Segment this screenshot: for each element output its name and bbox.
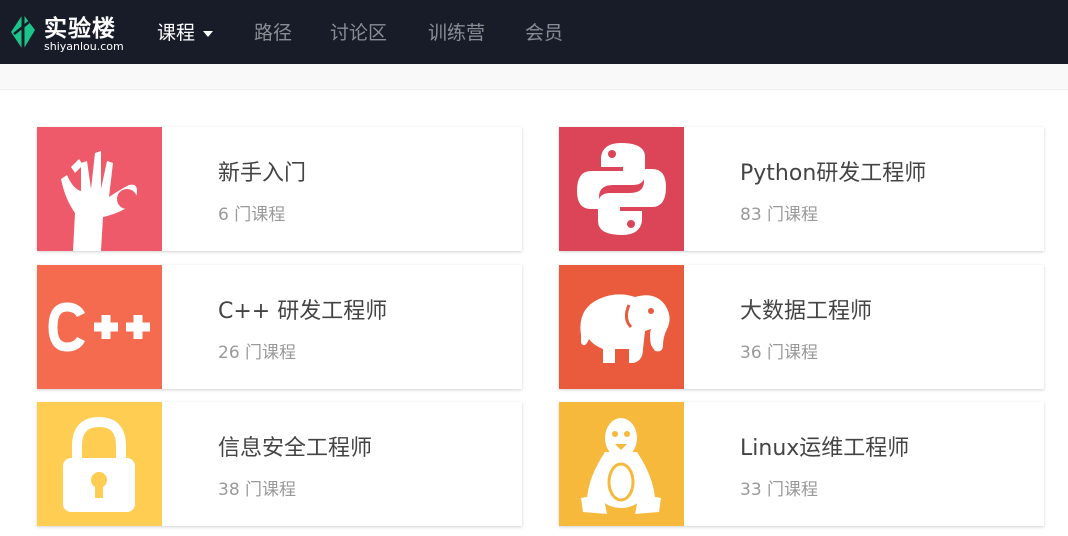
site-logo[interactable]: 实验楼 shiyanlou.com	[8, 8, 124, 54]
logo-leaf-icon	[11, 14, 35, 50]
hadoop-elephant-icon	[580, 294, 670, 363]
card-title: Python研发工程师	[740, 161, 927, 186]
nav-forum-label: 讨论区	[330, 22, 388, 44]
logo-domain: shiyanlou.com	[44, 40, 124, 53]
sub-header-bar	[0, 64, 1068, 90]
card-course-count: 33 门课程	[740, 480, 819, 500]
path-card-bigdata[interactable]: 大数据工程师 36 门课程	[559, 265, 1044, 389]
nav-paths-label: 路径	[254, 22, 293, 44]
top-navbar: 实验楼 shiyanlou.com 课程 路径 讨论区 训练营 会员	[0, 0, 1068, 64]
lock-icon	[63, 416, 135, 512]
linux-penguin-icon	[581, 418, 661, 514]
caret-down-icon	[203, 30, 214, 37]
card-course-count: 36 门课程	[740, 343, 819, 363]
card-icon-tile	[37, 127, 162, 251]
card-course-count: 38 门课程	[218, 480, 297, 500]
nav-vip[interactable]: 会员	[525, 20, 563, 46]
card-icon-tile	[37, 265, 162, 389]
nav-bootcamp[interactable]: 训练营	[428, 20, 485, 46]
card-title: C++ 研发工程师	[218, 299, 388, 324]
path-card-cpp[interactable]: C++ 研发工程师 26 门课程	[37, 265, 522, 389]
card-course-count: 26 门课程	[218, 343, 297, 363]
card-course-count: 6 门课程	[218, 205, 286, 225]
path-card-python[interactable]: Python研发工程师 83 门课程	[559, 127, 1044, 251]
card-title: 大数据工程师	[740, 299, 873, 324]
card-icon-tile	[559, 402, 684, 526]
nav-vip-label: 会员	[525, 22, 564, 44]
path-card-beginner[interactable]: 新手入门 6 门课程	[37, 127, 522, 251]
card-title: 信息安全工程师	[218, 436, 373, 461]
path-card-linux[interactable]: Linux运维工程师 33 门课程	[559, 402, 1044, 526]
path-card-security[interactable]: 信息安全工程师 38 门课程	[37, 402, 522, 526]
nav-paths[interactable]: 路径	[254, 20, 292, 46]
nav-courses[interactable]: 课程	[157, 20, 214, 46]
card-title: Linux运维工程师	[740, 436, 910, 461]
ok-hand-icon	[61, 151, 137, 251]
card-icon-tile	[559, 265, 684, 389]
logo-text: 实验楼	[44, 16, 116, 42]
card-title: 新手入门	[218, 161, 307, 186]
card-icon-tile	[37, 402, 162, 526]
card-icon-tile	[559, 127, 684, 251]
nav-courses-label: 课程	[157, 22, 196, 44]
cpp-icon	[48, 302, 150, 352]
nav-forum[interactable]: 讨论区	[330, 20, 387, 46]
python-icon	[577, 143, 666, 235]
nav-bootcamp-label: 训练营	[428, 22, 486, 44]
card-course-count: 83 门课程	[740, 205, 819, 225]
